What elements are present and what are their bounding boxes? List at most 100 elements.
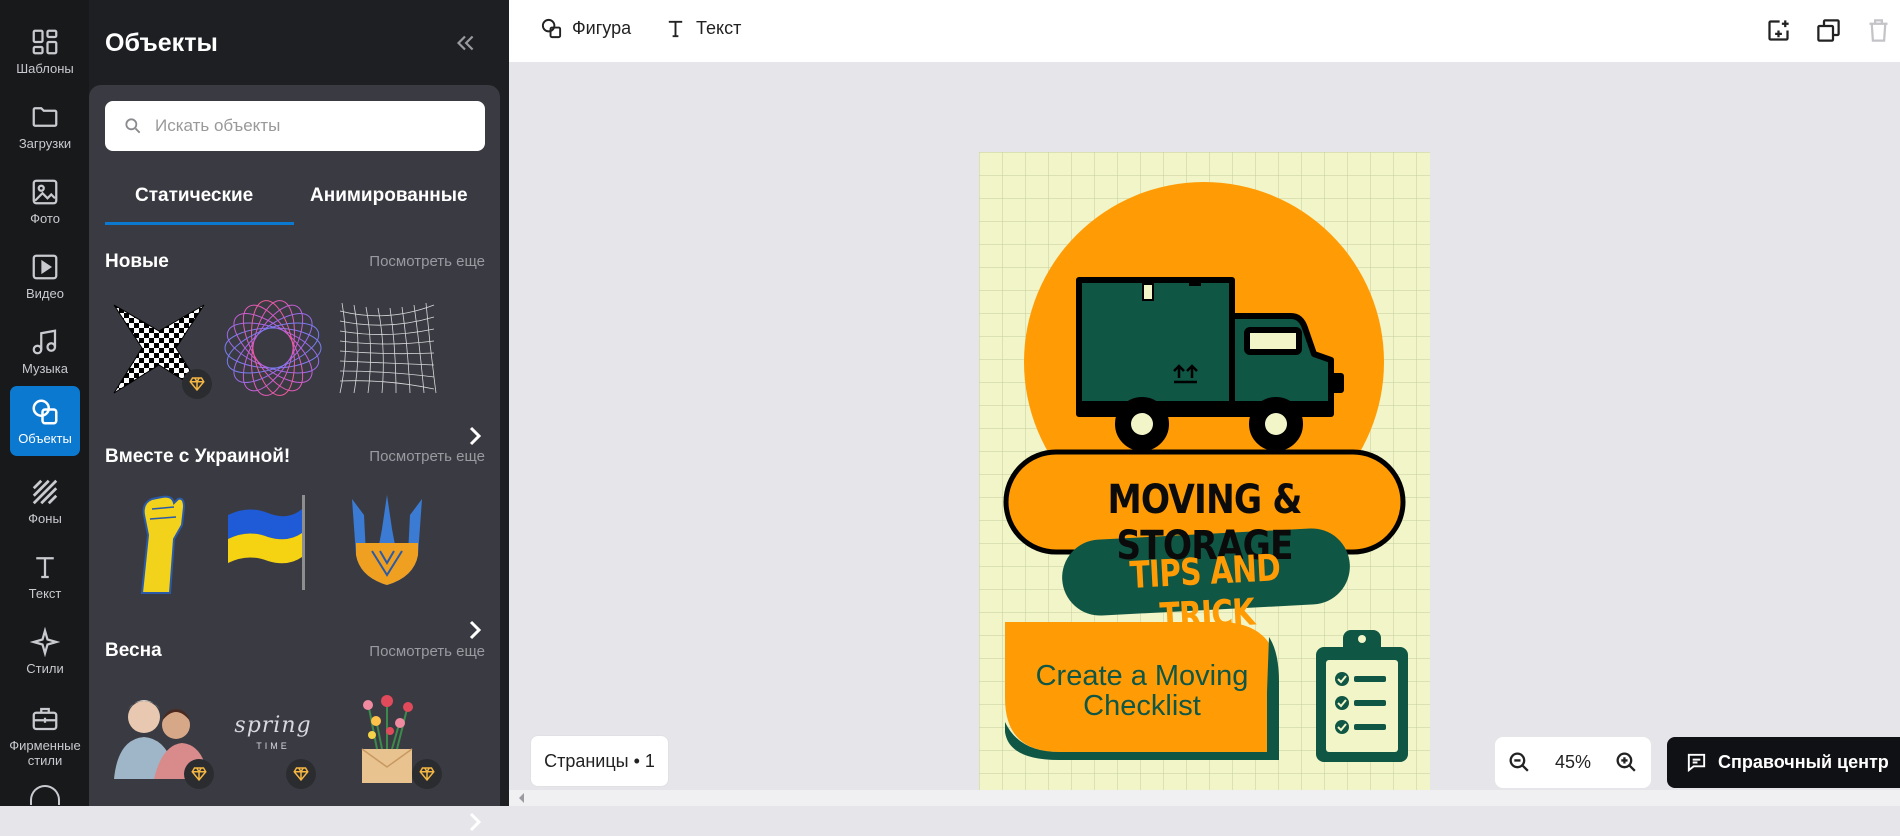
- object-trident[interactable]: [332, 485, 442, 595]
- time-text: TIME: [256, 741, 290, 751]
- rail-item-text[interactable]: Текст: [10, 541, 80, 611]
- left-rail: Шаблоны Загрузки Фото Видео Музыка Объек…: [0, 0, 89, 806]
- rail-label: Музыка: [22, 360, 68, 376]
- rail-label: Загрузки: [18, 135, 72, 151]
- objects-panel: Объекты Статические Анимированные Новые …: [89, 0, 509, 832]
- rail-label: Фоны: [28, 510, 62, 526]
- object-flower-envelope[interactable]: [332, 679, 442, 789]
- scroll-left-icon[interactable]: [517, 792, 527, 804]
- object-wire-grid[interactable]: [332, 293, 442, 403]
- search-box[interactable]: [105, 101, 485, 151]
- fist-image: [140, 495, 186, 594]
- shape-icon: [541, 18, 562, 39]
- carousel-next-new-icon[interactable]: [465, 422, 485, 450]
- rail-label: Объекты: [18, 430, 72, 446]
- music-icon: [32, 328, 57, 354]
- object-spring-time[interactable]: spring TIME: [218, 679, 328, 789]
- diamond-icon: [293, 767, 309, 782]
- rail-item-objects[interactable]: Объекты: [10, 386, 80, 456]
- object-checker-star[interactable]: [104, 293, 214, 403]
- rail-item-music[interactable]: Музыка: [10, 316, 80, 386]
- checklist-line-1[interactable]: Create a Moving: [1005, 660, 1279, 693]
- collapse-panel-icon[interactable]: [452, 30, 478, 56]
- rail-item-brand-styles[interactable]: Фирменные стили: [9, 696, 81, 776]
- help-center-button[interactable]: Справочный центр: [1667, 737, 1900, 788]
- diamond-icon: [189, 377, 205, 392]
- add-text-label: Текст: [696, 18, 742, 38]
- section-title-new: Новые: [105, 251, 169, 272]
- section-title-spring: Весна: [105, 640, 162, 661]
- rail-label: Фото: [30, 210, 60, 226]
- object-fist[interactable]: [104, 485, 214, 595]
- checklist-line-2[interactable]: Checklist: [1005, 690, 1279, 723]
- trident-image: [352, 495, 422, 585]
- video-icon: [32, 254, 58, 279]
- add-shape-label: Фигура: [572, 18, 632, 38]
- object-ukraine-flag[interactable]: [218, 485, 328, 595]
- spring-text: spring: [234, 713, 312, 738]
- diamond-icon: [191, 767, 207, 782]
- see-more-new-link[interactable]: Посмотреть еще: [369, 253, 485, 270]
- wire-grid-image: [339, 302, 437, 394]
- search-input[interactable]: [153, 115, 453, 137]
- rail-label: Стили: [26, 660, 64, 676]
- rail-label: Фирменные стили: [9, 738, 81, 768]
- panel-body: Статические Анимированные Новые Посмотре…: [89, 85, 500, 832]
- object-hug-photo[interactable]: [104, 679, 214, 789]
- object-spirograph[interactable]: [218, 293, 328, 403]
- add-text-button[interactable]: Текст: [664, 17, 741, 40]
- zoom-value: 45%: [1554, 752, 1592, 772]
- spirograph-image: [224, 300, 322, 396]
- pages-label: Страницы • 1: [544, 750, 655, 771]
- tab-static[interactable]: Статические: [135, 185, 253, 207]
- rail-more-icon[interactable]: [30, 785, 60, 805]
- delete-icon[interactable]: [1865, 17, 1892, 44]
- rail-label: Шаблоны: [16, 60, 74, 76]
- ukraine-flag-image: [228, 495, 305, 590]
- premium-badge: [184, 759, 214, 789]
- image-icon: [32, 179, 58, 204]
- rail-item-backgrounds[interactable]: Фоны: [10, 466, 80, 536]
- editor-toolbar: Фигура Текст: [509, 0, 1900, 62]
- section-title-ukraine: Вместе с Украиной!: [105, 446, 291, 467]
- premium-badge: [182, 369, 212, 399]
- rail-item-video[interactable]: Видео: [10, 241, 80, 311]
- help-center-label: Справочный центр: [1718, 752, 1889, 772]
- chat-icon: [1687, 753, 1706, 773]
- zoom-out-icon[interactable]: [1507, 750, 1532, 775]
- shapes-icon: [32, 399, 58, 424]
- carousel-next-spring-icon[interactable]: [465, 808, 485, 836]
- premium-badge: [412, 759, 442, 789]
- carousel-next-ukraine-icon[interactable]: [465, 616, 485, 644]
- see-more-spring-link[interactable]: Посмотреть еще: [369, 643, 485, 660]
- zoom-control: 45%: [1495, 737, 1651, 788]
- design-canvas[interactable]: MOVING & STORAGE TIPS AND TRICK Create a…: [979, 152, 1430, 806]
- sparkle-icon: [30, 626, 60, 657]
- briefcase-icon: [32, 707, 58, 731]
- rail-label: Видео: [26, 285, 64, 301]
- duplicate-icon[interactable]: [1815, 17, 1842, 44]
- premium-badge: [286, 759, 316, 789]
- grid-icon: [32, 29, 58, 54]
- stripes-icon: [32, 479, 58, 504]
- poster-subtitle[interactable]: TIPS AND TRICK: [1089, 544, 1324, 642]
- diamond-icon: [419, 767, 435, 782]
- zoom-in-icon[interactable]: [1614, 750, 1639, 775]
- active-tab-indicator: [105, 222, 294, 225]
- panel-title: Объекты: [105, 29, 218, 57]
- rail-item-styles[interactable]: Стили: [10, 616, 80, 686]
- pages-button[interactable]: Страницы • 1: [530, 735, 669, 787]
- rail-item-uploads[interactable]: Загрузки: [10, 91, 80, 161]
- folder-icon: [32, 106, 58, 127]
- text-tool-icon: [668, 20, 683, 38]
- horizontal-scrollbar[interactable]: [509, 790, 1900, 806]
- search-icon: [125, 118, 141, 134]
- rail-label: Текст: [28, 585, 62, 601]
- see-more-ukraine-link[interactable]: Посмотреть еще: [369, 448, 485, 465]
- tab-animated[interactable]: Анимированные: [310, 185, 468, 207]
- text-icon: [36, 556, 54, 578]
- rail-item-templates[interactable]: Шаблоны: [10, 16, 80, 86]
- add-page-icon[interactable]: [1765, 17, 1792, 44]
- rail-item-photo[interactable]: Фото: [10, 166, 80, 236]
- add-shape-button[interactable]: Фигура: [540, 17, 631, 40]
